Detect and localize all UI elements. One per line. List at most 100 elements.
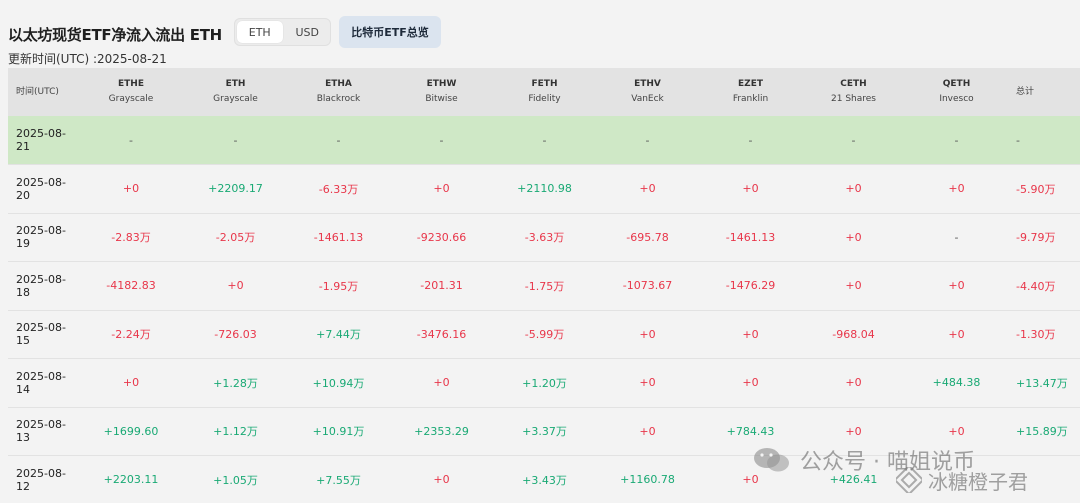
cell-ethe: -2.83万 (111, 231, 151, 245)
col-issuer: Franklin (732, 94, 769, 104)
cell-total: +13.47万 (1016, 376, 1068, 390)
cell-ethe: - (129, 133, 133, 147)
cell-feth: - (542, 133, 547, 147)
updated-time: 更新时间(UTC) :2025-08-21 (8, 52, 167, 66)
col-code: ETHV (634, 79, 661, 89)
btc-etf-overview-button[interactable]: 比特币ETF总览 (339, 16, 441, 48)
row-date: 2025-08-20 (16, 175, 66, 202)
cell-ethw: -9230.66 (416, 230, 467, 244)
col-issuer: Fidelity (528, 94, 561, 104)
cell-ezet: +0 (742, 327, 759, 341)
toggle-eth[interactable]: ETH (237, 21, 283, 43)
row-date: 2025-08-12 (16, 466, 66, 493)
col-issuer: 21 Shares (831, 94, 876, 104)
col-issuer: Invesco (939, 94, 974, 104)
wechat-icon (754, 448, 789, 472)
col-code: CETH (840, 79, 867, 89)
cell-ethe: +2203.11 (103, 473, 159, 487)
cell-ethv: - (645, 133, 650, 147)
cell-eth: -726.03 (214, 327, 257, 341)
unit-toggle[interactable]: ETH USD (234, 18, 331, 46)
table-row: 2025-08-19 -2.83万 -2.05万 -1461.13 -9230.66 -3… (8, 213, 1080, 262)
col-header-time: 时间(UTC) (16, 86, 59, 97)
page-title: 以太坊现货ETF净流入流出 ETH (8, 26, 222, 44)
cell-ezet: +0 (742, 182, 759, 196)
col-header-ceth: CETH 21 Shares (802, 68, 905, 116)
cell-qeth: - (954, 133, 959, 147)
col-header-ethw: ETHW Bitwise (390, 68, 493, 116)
cell-ethv: +1160.78 (620, 473, 675, 487)
cell-ethe: +0 (122, 376, 140, 390)
cell-total: +15.89万 (1016, 425, 1068, 439)
cell-qeth: +0 (948, 182, 965, 196)
cell-ethv: -695.78 (626, 230, 669, 244)
col-code: FETH (531, 79, 558, 89)
table-row: 2025-08-14 +0 +1.28万 +10.94万 +0 +1.20万 +0 +0 +0 +… (8, 359, 1080, 407)
cell-ethe: +0 (122, 182, 140, 196)
col-issuer: Blackrock (316, 94, 361, 104)
cell-total: -5.90万 (1016, 182, 1056, 196)
watermark-text-2: 冰糖橙子君 (928, 469, 1028, 494)
cell-qeth: +0 (948, 279, 965, 293)
col-code: ETHW (426, 79, 457, 89)
col-issuer: VanEck (631, 94, 664, 104)
cell-feth: -5.99万 (524, 328, 565, 342)
cell-total: -1.30万 (1016, 328, 1056, 342)
etf-flow-table: 时间(UTC) ETHE Grayscale ETH Grayscale ETHA Bla… (8, 68, 1080, 503)
col-issuer: Bitwise (425, 94, 458, 104)
col-header-total: 总计 (1016, 86, 1035, 97)
cell-eth: +2209.17 (208, 182, 263, 196)
col-header-ethv: ETHV VanEck (596, 68, 699, 116)
col-code: ETH (225, 79, 246, 89)
page-header: 以太坊现货ETF净流入流出 ETH ETH USD 比特币ETF总览 更新时间(… (0, 0, 1080, 68)
col-header-etha: ETHA Blackrock (287, 68, 390, 116)
cell-ceth: +0 (845, 182, 862, 196)
watermark-binance: 冰糖橙子君 (896, 464, 1028, 496)
row-date: 2025-08-15 (16, 321, 66, 348)
cell-ethw: +2353.29 (414, 424, 469, 438)
row-date: 2025-08-18 (16, 272, 66, 299)
row-date: 2025-08-13 (16, 418, 66, 445)
col-header-eth: ETH Grayscale (184, 68, 287, 116)
col-header-ezet: EZET Franklin (699, 68, 802, 116)
col-code: ETHE (118, 79, 144, 89)
table-row: 2025-08-18 -4182.83 +0 -1.95万 -201.31 -1.75万 -… (8, 262, 1080, 310)
cell-etha: +10.94万 (312, 376, 365, 390)
table-row: 2025-08-21 - - - - - - - - - - (8, 116, 1080, 165)
cell-ethw: -201.31 (420, 279, 463, 293)
cell-ethv: +0 (639, 424, 656, 438)
cell-etha: -6.33万 (318, 182, 359, 196)
cell-etha: +10.91万 (312, 425, 365, 439)
cell-etha: - (336, 133, 341, 147)
cell-ethv: +0 (639, 182, 656, 196)
cell-ethw: +0 (433, 182, 450, 196)
cell-ceth: +0 (845, 279, 862, 293)
cell-qeth: +0 (948, 327, 965, 341)
cell-eth: - (233, 133, 238, 147)
col-code: QETH (942, 79, 971, 89)
cell-etha: +7.44万 (316, 328, 361, 342)
cell-ethw: +0 (433, 473, 450, 487)
cell-total: -9.79万 (1016, 231, 1056, 245)
row-date: 2025-08-21 (16, 127, 66, 153)
col-header-qeth: QETH Invesco (905, 68, 1008, 116)
cell-feth: +3.43万 (522, 473, 567, 487)
cell-ezet: -1461.13 (725, 230, 776, 244)
table-row: 2025-08-20 +0 +2209.17 -6.33万 +0 +2110.98 +0 +0… (8, 165, 1080, 213)
row-date: 2025-08-19 (16, 224, 66, 251)
binance-diamond-icon (896, 467, 922, 493)
cell-feth: +2110.98 (517, 182, 572, 196)
col-issuer: Grayscale (213, 94, 258, 104)
col-header-ethe: ETHE Grayscale (78, 68, 184, 116)
cell-ceth: - (851, 133, 856, 147)
toggle-usd[interactable]: USD (285, 19, 331, 45)
table-row: 2025-08-15 -2.24万 -726.03 +7.44万 -3476.16 -5.… (8, 310, 1080, 359)
cell-feth: +3.37万 (522, 425, 567, 439)
col-header-feth: FETH Fidelity (493, 68, 596, 116)
cell-eth: +1.05万 (213, 473, 258, 487)
cell-ceth: -968.04 (832, 327, 875, 341)
cell-qeth: - (954, 230, 959, 244)
cell-etha: +7.55万 (316, 473, 361, 487)
row-date: 2025-08-14 (16, 369, 66, 396)
cell-feth: -3.63万 (524, 231, 565, 245)
